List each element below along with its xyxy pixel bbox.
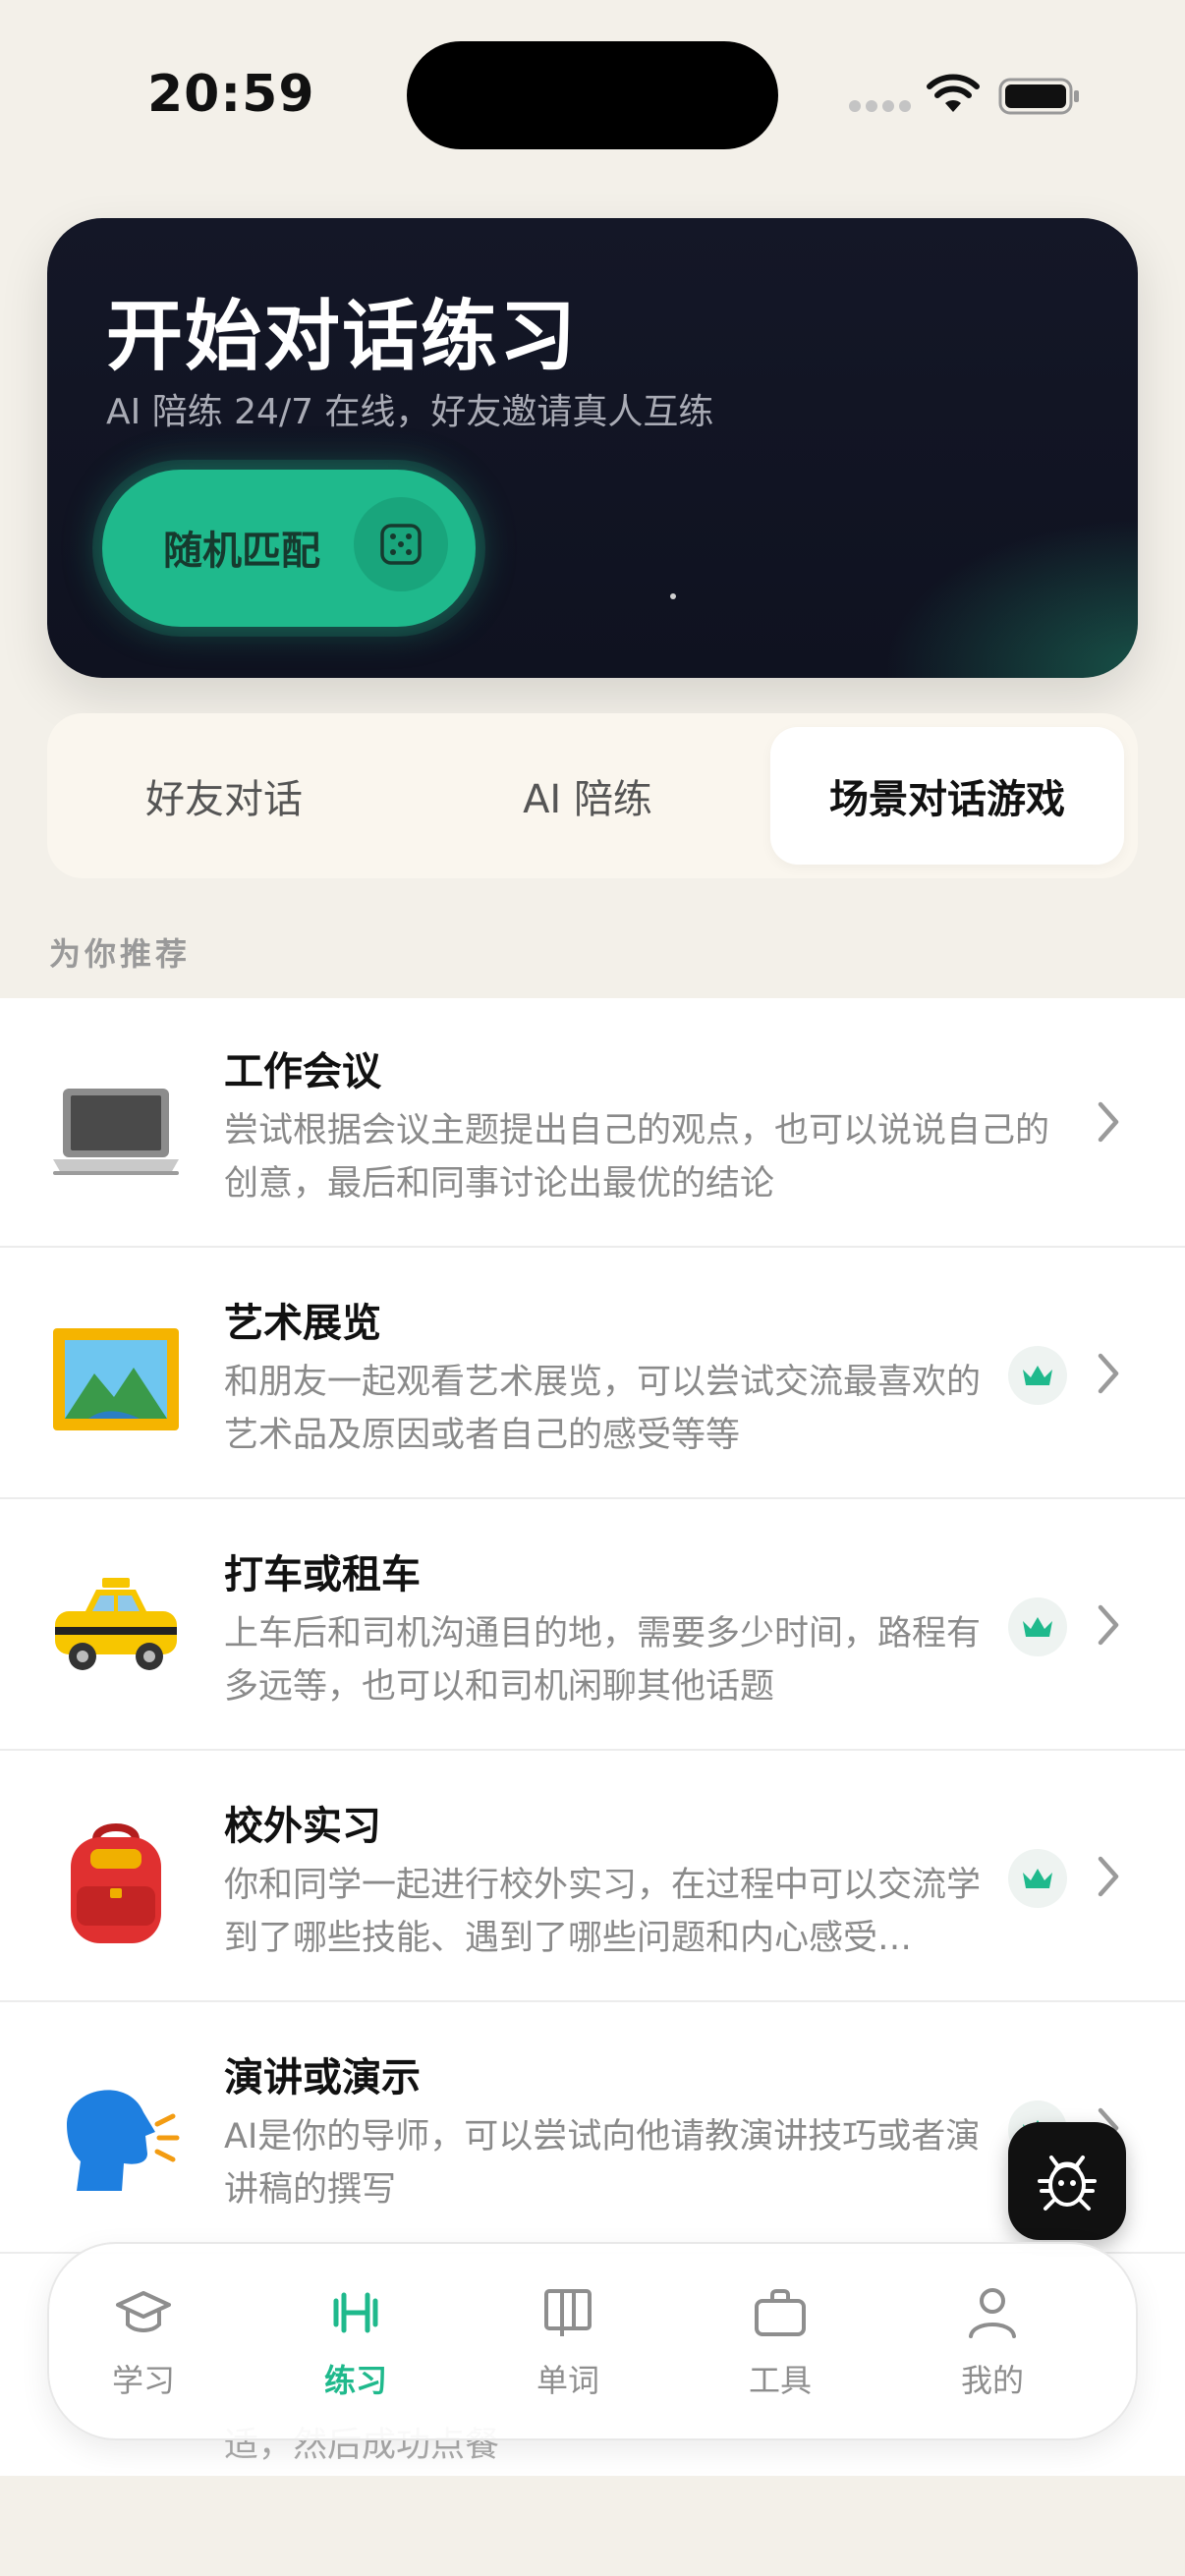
scenario-description: 上车后和司机沟通目的地，需要多少时间，路程有多远等，也可以和司机闲聊其他话题 — [224, 1614, 982, 1707]
battery-icon — [998, 78, 1079, 115]
nav-label: 练习 — [323, 2362, 387, 2399]
tab-friend-chat[interactable]: 好友对话 — [47, 727, 401, 865]
tab-ai-partner[interactable]: AI 陪练 — [411, 727, 764, 865]
tab-scenario-game[interactable]: 场景对话游戏 — [770, 727, 1124, 865]
random-match-label: 随机匹配 — [163, 529, 320, 574]
hero-dot — [670, 593, 676, 599]
cellular-signal-icon — [849, 100, 911, 112]
backpack-icon — [71, 1823, 161, 1943]
scenario-title: 艺术展览 — [224, 1301, 381, 1346]
nav-label: 学习 — [111, 2362, 175, 2399]
chevron-right-icon — [1098, 1101, 1119, 1143]
framed-picture-icon — [53, 1328, 179, 1430]
section-label: 为你推荐 — [49, 935, 192, 973]
scenario-description: 和朋友一起观看艺术展览，可以尝试交流最喜欢的艺术品及原因或者自己的感受等等 — [224, 1363, 982, 1455]
speaking-head-icon — [67, 2090, 180, 2191]
bottom-nav: 学习 练习 单词 工具 我的 — [47, 2242, 1138, 2440]
nav-label: 我的 — [960, 2362, 1024, 2399]
nav-words[interactable]: 单词 — [489, 2283, 647, 2411]
nav-label: 工具 — [748, 2362, 812, 2399]
scenario-row-work-meeting[interactable]: 工作会议 尝试根据会议主题提出自己的观点，也可以说说自己的创意，最后和同事讨论出… — [0, 998, 1185, 1248]
scenario-description: 尝试根据会议主题提出自己的观点，也可以说说自己的创意，最后和同事讨论出最优的结论 — [224, 1111, 1050, 1204]
hero-subtitle: AI 陪练 24/7 在线，好友邀请真人互练 — [106, 392, 714, 432]
dynamic-island — [407, 41, 778, 149]
hero-title: 开始对话练习 — [106, 293, 579, 381]
scenario-row-internship[interactable]: 校外实习 你和同学一起进行校外实习，在过程中可以交流学到了哪些技能、遇到了哪些问… — [0, 1753, 1185, 2002]
scenario-title: 打车或租车 — [224, 1552, 421, 1597]
scenario-title: 校外实习 — [224, 1804, 381, 1849]
taxi-icon — [55, 1578, 177, 1670]
scenario-row-taxi[interactable]: 打车或租车 上车后和司机沟通目的地，需要多少时间，路程有多远等，也可以和司机闲聊… — [0, 1501, 1185, 1751]
crown-icon — [1008, 1346, 1067, 1405]
scenario-description: 你和同学一起进行校外实习，在过程中可以交流学到了哪些技能、遇到了哪些问题和内心感… — [224, 1866, 982, 1958]
scenario-row-art-exhibition[interactable]: 艺术展览 和朋友一起观看艺术展览，可以尝试交流最喜欢的艺术品及原因或者自己的感受… — [0, 1250, 1185, 1499]
nav-practice[interactable]: 练习 — [277, 2283, 434, 2411]
person-icon — [969, 2288, 1016, 2338]
graduation-cap-icon — [116, 2291, 171, 2332]
hero-card: 开始对话练习 AI 陪练 24/7 在线，好友邀请真人互练 随机匹配 — [47, 218, 1138, 678]
mode-tabs: 好友对话 AI 陪练 场景对话游戏 — [47, 713, 1138, 878]
scenario-description: AI是你的导师，可以尝试向他请教演讲技巧或者演讲稿的撰写 — [224, 2117, 981, 2210]
dumbbell-icon — [333, 2292, 378, 2333]
briefcase-icon — [755, 2289, 806, 2336]
chevron-right-icon — [1098, 1353, 1119, 1394]
chevron-right-icon — [1098, 1856, 1119, 1897]
laptop-icon — [53, 1089, 179, 1175]
nav-tools[interactable]: 工具 — [702, 2283, 859, 2411]
status-time: 20:59 — [147, 65, 315, 124]
wifi-icon — [927, 74, 980, 112]
crown-icon — [1008, 1849, 1067, 1908]
chevron-right-icon — [1098, 1604, 1119, 1646]
nav-profile[interactable]: 我的 — [914, 2283, 1071, 2411]
random-match-button[interactable]: 随机匹配 — [102, 470, 476, 627]
status-bar: 20:59 — [0, 0, 1185, 187]
dice-icon — [354, 497, 448, 591]
debug-button[interactable] — [1008, 2122, 1126, 2240]
crown-icon — [1008, 1597, 1067, 1656]
nav-label: 单词 — [536, 2362, 599, 2399]
scenario-title: 工作会议 — [224, 1049, 381, 1094]
book-icon — [544, 2289, 592, 2336]
scenario-row-speech[interactable]: 演讲或演示 AI是你的导师，可以尝试向他请教演讲技巧或者演讲稿的撰写 — [0, 2004, 1185, 2254]
nav-study[interactable]: 学习 — [65, 2283, 222, 2411]
bug-icon — [1038, 2156, 1097, 2211]
scenario-title: 演讲或演示 — [224, 2055, 421, 2100]
